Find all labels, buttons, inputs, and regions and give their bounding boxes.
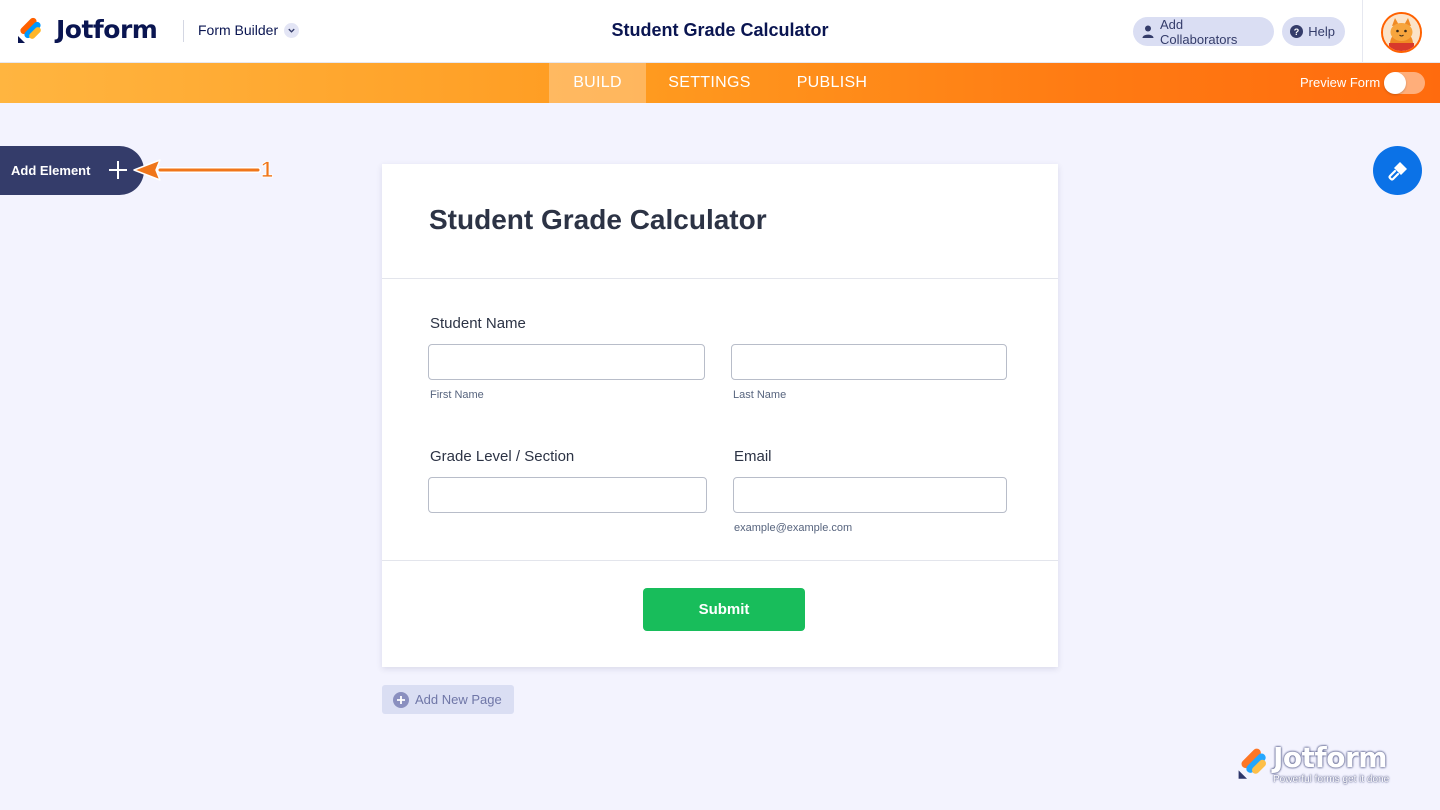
- add-collaborators-label: Add Collaborators: [1160, 16, 1238, 47]
- form-title[interactable]: Student Grade Calculator: [611, 20, 828, 40]
- tab-publish[interactable]: PUBLISH: [773, 63, 891, 103]
- last-name-sublabel: Last Name: [733, 389, 787, 401]
- chevron-down-icon: [284, 22, 300, 38]
- header-divider: [183, 20, 184, 42]
- email-sublabel: example@example.com: [734, 522, 853, 534]
- first-name-sublabel: First Name: [430, 389, 484, 401]
- first-name-input[interactable]: [428, 344, 705, 380]
- form-card: Student Grade Calculator Student Name Fi…: [382, 164, 1058, 667]
- add-new-page-label: Add New Page: [415, 692, 502, 707]
- builder-switch-label: Form Builder: [198, 22, 279, 38]
- grade-level-label: Grade Level / Section: [430, 448, 575, 465]
- brand-name: Jotform: [56, 14, 158, 44]
- builder-nav: BUILD SETTINGS PUBLISH Preview Form: [0, 63, 1440, 103]
- header-divider-right: [1362, 0, 1363, 63]
- watermark-brand: Jotform: [1273, 741, 1387, 774]
- svg-text:?: ?: [1294, 27, 1300, 37]
- cat-avatar-icon: [1383, 14, 1420, 51]
- paint-roller-icon: [1387, 161, 1407, 181]
- submit-button[interactable]: Submit: [643, 588, 805, 631]
- jotform-watermark: Jotform Powerful forms get it done: [1236, 741, 1406, 790]
- preview-form-toggle[interactable]: [1384, 72, 1425, 94]
- top-header: Jotform Form Builder Student Grade Calcu…: [0, 0, 1440, 63]
- watermark-tagline: Powerful forms get it done: [1273, 774, 1390, 785]
- form-designer-button[interactable]: [1373, 146, 1422, 195]
- heading-divider: [382, 278, 1058, 279]
- grade-level-input[interactable]: [428, 477, 707, 513]
- jotform-logo[interactable]: Jotform: [16, 14, 158, 44]
- preview-form-label: Preview Form: [1300, 75, 1381, 90]
- help-button[interactable]: ? Help: [1282, 17, 1345, 46]
- add-element-label: Add Element: [11, 163, 91, 178]
- question-icon: ?: [1290, 25, 1304, 39]
- submit-divider: [382, 560, 1058, 561]
- email-input[interactable]: [733, 477, 1007, 513]
- student-name-label: Student Name: [430, 315, 526, 332]
- builder-switch[interactable]: Form Builder: [198, 22, 300, 38]
- toggle-knob: [1384, 72, 1406, 94]
- plus-circle-icon: [393, 691, 409, 708]
- avatar[interactable]: [1381, 12, 1422, 53]
- add-new-page-button[interactable]: Add New Page: [382, 685, 514, 714]
- tab-settings[interactable]: SETTINGS: [646, 63, 773, 103]
- last-name-input[interactable]: [731, 344, 1007, 380]
- callout-number: 1: [261, 157, 273, 182]
- jotform-logo-icon: [1238, 748, 1266, 779]
- help-label: Help: [1308, 24, 1335, 39]
- jotform-logo-icon: [18, 17, 41, 43]
- callout-arrow-icon: 1: [133, 157, 274, 182]
- add-element-button[interactable]: Add Element: [0, 146, 144, 195]
- tab-build[interactable]: BUILD: [549, 63, 646, 103]
- form-heading[interactable]: Student Grade Calculator: [429, 204, 767, 236]
- plus-icon: [109, 161, 127, 179]
- add-collaborators-button[interactable]: Add Collaborators: [1133, 16, 1274, 47]
- user-icon: [1141, 25, 1155, 39]
- email-label: Email: [734, 448, 772, 465]
